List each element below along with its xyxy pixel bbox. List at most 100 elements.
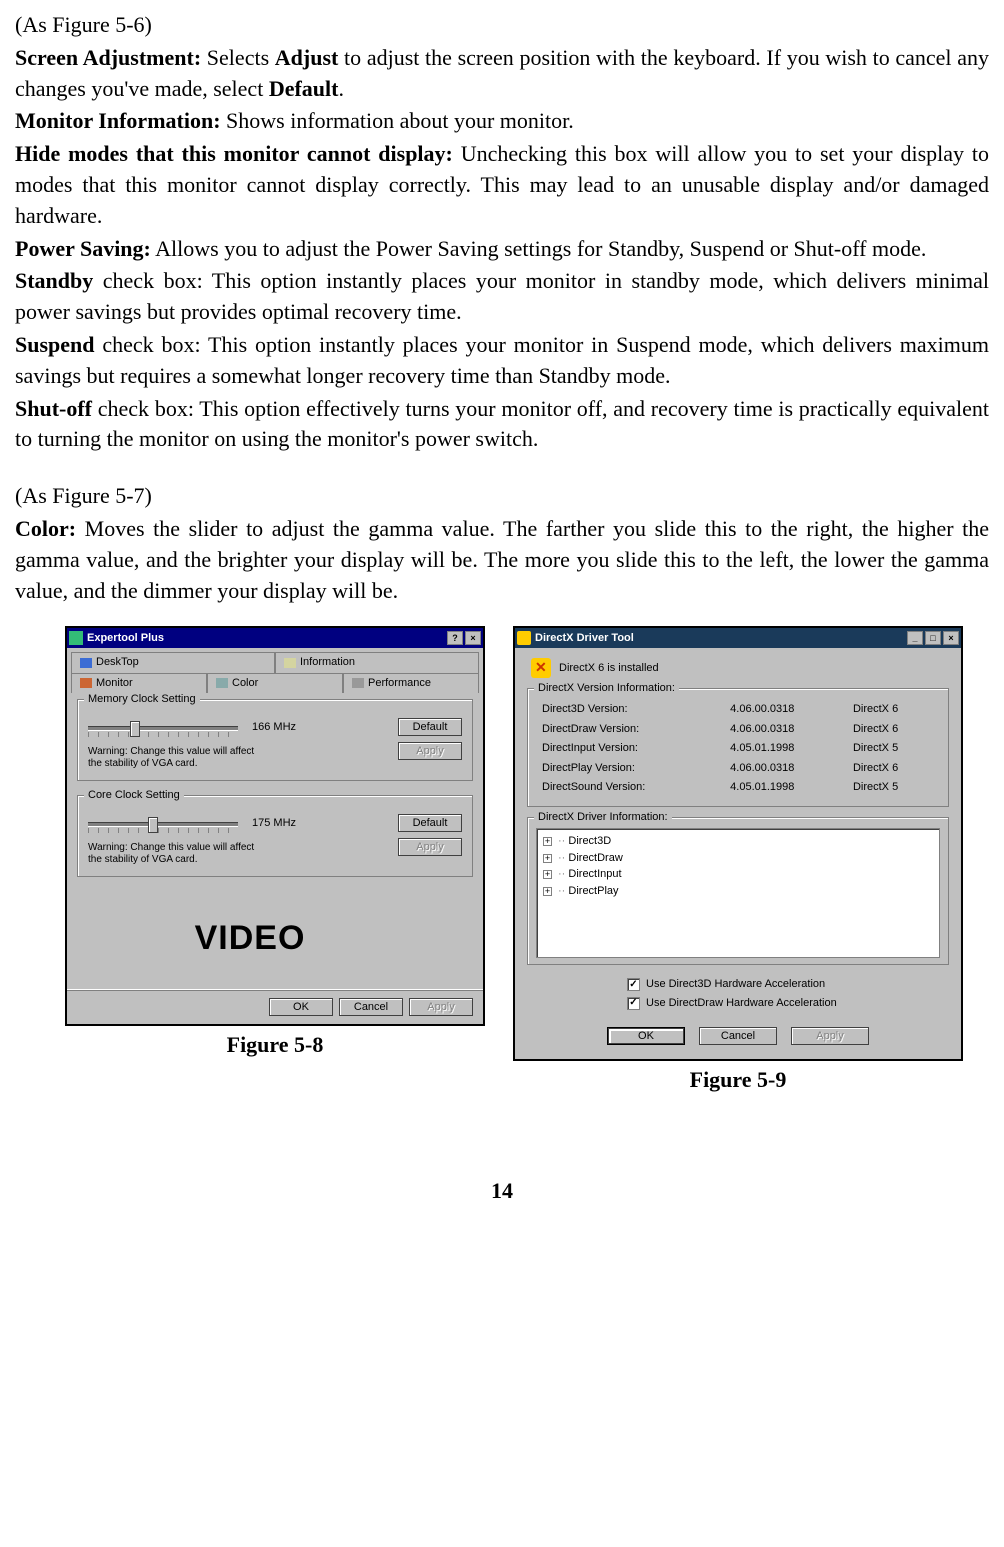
dialog-button-row: OK Cancel Apply <box>527 1023 949 1049</box>
group-title: Core Clock Setting <box>84 788 184 803</box>
expertool-window: Expertool Plus ? × DeskTop Information M… <box>65 626 485 1025</box>
word-adjust: Adjust <box>275 45 339 70</box>
ver-label: DirectPlay Version: <box>538 760 724 777</box>
tab-performance[interactable]: Performance <box>343 673 479 693</box>
close-button[interactable]: × <box>465 631 481 645</box>
ver-name: DirectX 6 <box>849 721 938 738</box>
expand-icon[interactable]: + <box>543 837 552 846</box>
ver-number: 4.05.01.1998 <box>726 740 847 757</box>
core-clock-group: Core Clock Setting 175 MHz Warning: Chan… <box>77 795 473 877</box>
warning-text: Warning: Change this value will affect t… <box>88 842 258 866</box>
table-row: DirectPlay Version:4.06.00.0318DirectX 6 <box>538 760 938 777</box>
directx-icon <box>531 658 551 678</box>
ver-number: 4.05.01.1998 <box>726 779 847 796</box>
directx-window: DirectX Driver Tool _ □ × DirectX 6 is i… <box>513 626 963 1061</box>
memory-apply-button[interactable]: Apply <box>398 742 462 760</box>
expand-icon[interactable]: + <box>543 870 552 879</box>
checkbox-ddraw-accel[interactable]: ✓ <box>627 997 640 1010</box>
label-monitor-info: Monitor Information: <box>15 108 221 133</box>
fig-ref-5-7: (As Figure 5-7) <box>15 481 989 512</box>
checkbox-label: Use Direct3D Hardware Acceleration <box>646 977 825 992</box>
figure-caption: Figure 5-9 <box>690 1065 787 1096</box>
para-color: Color: Moves the slider to adjust the ga… <box>15 514 989 606</box>
document-body: (As Figure 5-6) Screen Adjustment: Selec… <box>15 10 989 606</box>
table-row: Direct3D Version:4.06.00.0318DirectX 6 <box>538 701 938 718</box>
ver-label: DirectDraw Version: <box>538 721 724 738</box>
tab-information[interactable]: Information <box>275 652 479 672</box>
tab-monitor[interactable]: Monitor <box>71 673 207 693</box>
memory-clock-value: 166 MHz <box>252 720 296 735</box>
version-table: Direct3D Version:4.06.00.0318DirectX 6 D… <box>536 699 940 798</box>
ver-name: DirectX 5 <box>849 779 938 796</box>
label-hide-modes: Hide modes that this monitor cannot disp… <box>15 141 453 166</box>
driver-info-group: DirectX Driver Information: +·· Direct3D… <box>527 817 949 965</box>
desktop-icon <box>80 658 92 668</box>
label-shutoff: Shut-off <box>15 396 92 421</box>
label-standby: Standby <box>15 268 93 293</box>
information-icon <box>284 658 296 668</box>
memory-default-button[interactable]: Default <box>398 718 462 736</box>
para-standby: Standby check box: This option instantly… <box>15 266 989 328</box>
ver-number: 4.06.00.0318 <box>726 701 847 718</box>
tab-color[interactable]: Color <box>207 673 343 693</box>
brand-row: VIDEO <box>77 891 473 979</box>
cancel-button[interactable]: Cancel <box>339 998 403 1016</box>
para-suspend: Suspend check box: This option instantly… <box>15 330 989 392</box>
core-clock-slider[interactable] <box>88 814 238 834</box>
tree-item[interactable]: +·· DirectDraw <box>543 850 933 867</box>
ver-label: DirectSound Version: <box>538 779 724 796</box>
minimize-button[interactable]: _ <box>907 631 923 645</box>
tree-label: DirectDraw <box>568 852 622 864</box>
page-number: 14 <box>15 1176 989 1207</box>
window-title: Expertool Plus <box>87 631 164 646</box>
memory-clock-slider[interactable] <box>88 718 238 738</box>
table-row: DirectDraw Version:4.06.00.0318DirectX 6 <box>538 721 938 738</box>
core-apply-button[interactable]: Apply <box>398 838 462 856</box>
tab-label: Color <box>232 676 258 691</box>
ver-name: DirectX 5 <box>849 740 938 757</box>
apply-button[interactable]: Apply <box>791 1027 869 1045</box>
group-title: DirectX Version Information: <box>534 681 679 696</box>
para-power-saving: Power Saving: Allows you to adjust the P… <box>15 234 989 265</box>
tree-item[interactable]: +·· DirectInput <box>543 866 933 883</box>
core-clock-value: 175 MHz <box>252 816 296 831</box>
text: check box: This option instantly places … <box>15 268 989 324</box>
ok-button[interactable]: OK <box>269 998 333 1016</box>
tab-desktop[interactable]: DeskTop <box>71 652 275 672</box>
ok-button[interactable]: OK <box>607 1027 685 1045</box>
expand-icon[interactable]: + <box>543 887 552 896</box>
help-button[interactable]: ? <box>447 631 463 645</box>
checkbox-d3d-accel[interactable]: ✓ <box>627 978 640 991</box>
title-bar: Expertool Plus ? × <box>67 628 483 648</box>
checkbox-area: ✓ Use Direct3D Hardware Acceleration ✓ U… <box>527 977 949 1011</box>
para-hide-modes: Hide modes that this monitor cannot disp… <box>15 139 989 231</box>
installed-row: DirectX 6 is installed <box>527 658 949 678</box>
app-icon <box>69 631 83 645</box>
group-title: DirectX Driver Information: <box>534 810 672 825</box>
tree-item[interactable]: +·· Direct3D <box>543 833 933 850</box>
ver-number: 4.06.00.0318 <box>726 721 847 738</box>
apply-button[interactable]: Apply <box>409 998 473 1016</box>
text: . <box>338 76 344 101</box>
installed-text: DirectX 6 is installed <box>559 661 659 676</box>
core-default-button[interactable]: Default <box>398 814 462 832</box>
tab-label: DeskTop <box>96 655 139 670</box>
maximize-button[interactable]: □ <box>925 631 941 645</box>
text: Moves the slider to adjust the gamma val… <box>15 516 989 603</box>
driver-tree[interactable]: +·· Direct3D +·· DirectDraw +·· DirectIn… <box>536 828 940 958</box>
para-monitor-info: Monitor Information: Shows information a… <box>15 106 989 137</box>
ver-number: 4.06.00.0318 <box>726 760 847 777</box>
table-row: DirectSound Version:4.05.01.1998DirectX … <box>538 779 938 796</box>
brand-logo: VIDEO <box>195 915 306 963</box>
ver-label: DirectInput Version: <box>538 740 724 757</box>
label-power-saving: Power Saving: <box>15 236 151 261</box>
checkbox-row: ✓ Use Direct3D Hardware Acceleration <box>527 977 949 992</box>
close-button[interactable]: × <box>943 631 959 645</box>
checkbox-label: Use DirectDraw Hardware Acceleration <box>646 996 837 1011</box>
tree-item[interactable]: +·· DirectPlay <box>543 883 933 900</box>
tree-label: DirectPlay <box>568 885 618 897</box>
app-icon <box>517 631 531 645</box>
expand-icon[interactable]: + <box>543 854 552 863</box>
monitor-icon <box>80 678 92 688</box>
cancel-button[interactable]: Cancel <box>699 1027 777 1045</box>
